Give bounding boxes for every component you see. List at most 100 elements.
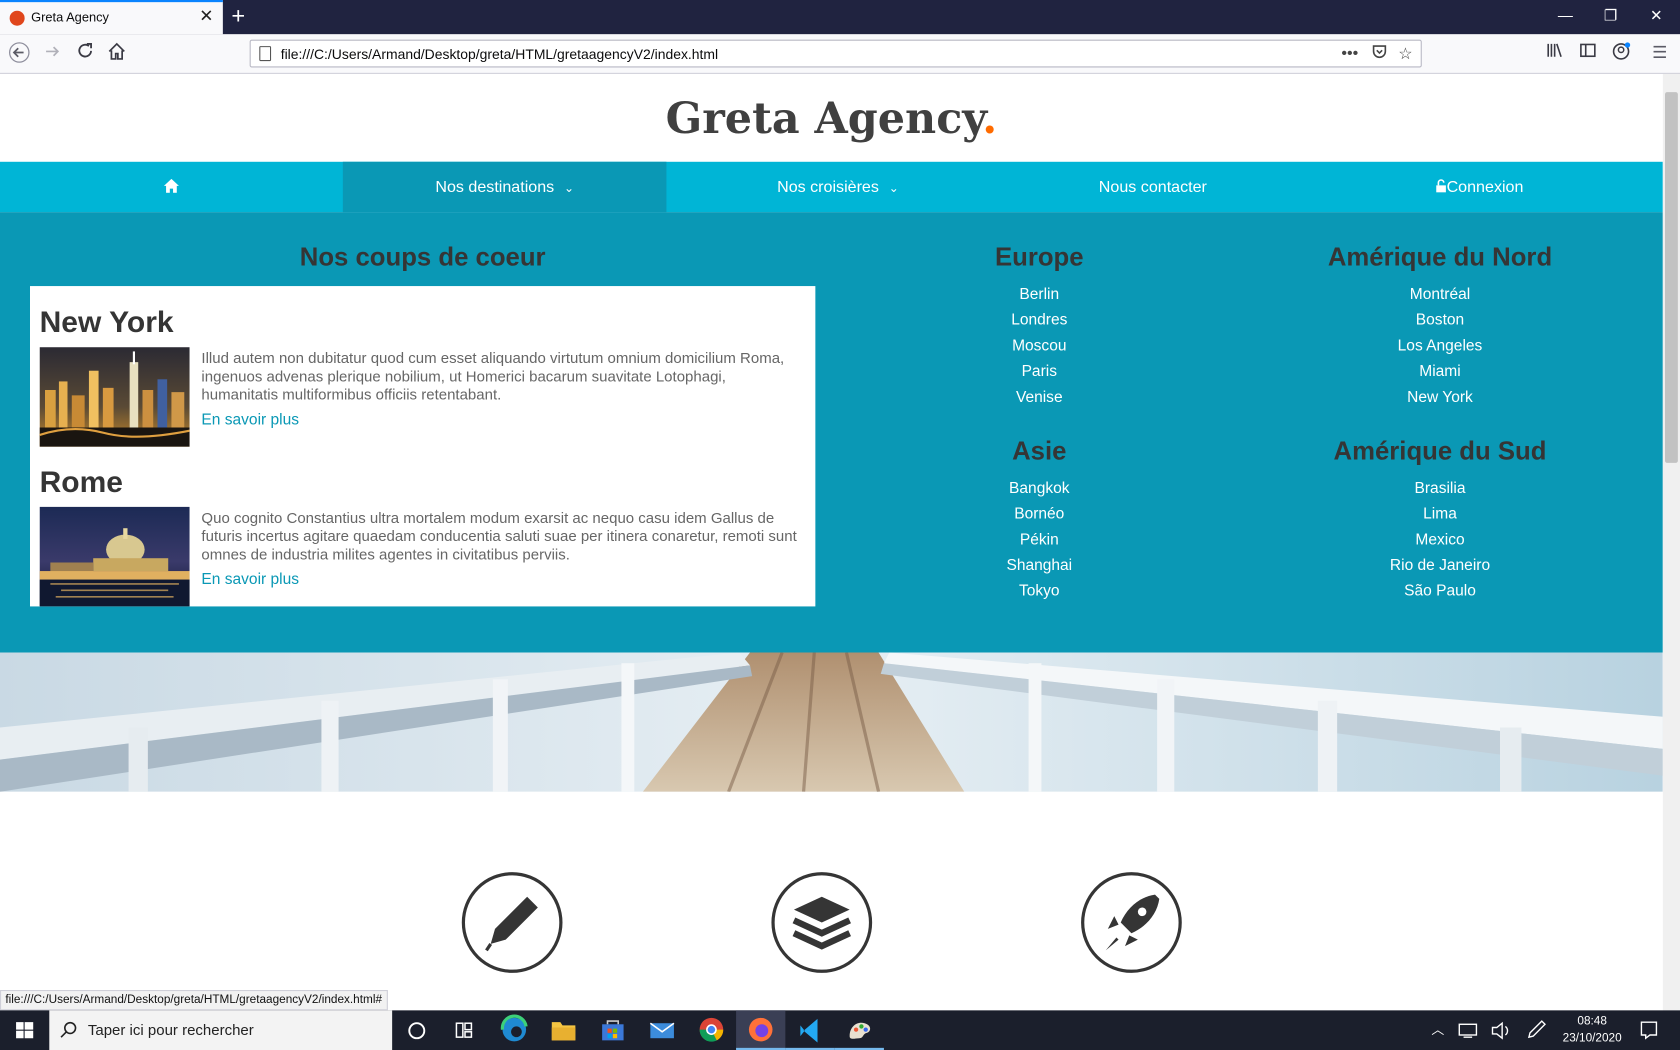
rome-image xyxy=(39,506,190,607)
logo-text: Greta Agency xyxy=(665,93,983,144)
site-logo[interactable]: Greta Agency. xyxy=(0,93,1663,143)
windows-taskbar: Taper ici pour rechercher ︿ 08:48 23/10/… xyxy=(0,1010,1680,1050)
en-savoir-plus-link[interactable]: En savoir plus xyxy=(201,571,299,588)
task-view-icon[interactable] xyxy=(439,1010,488,1050)
chevron-down-icon: ⌄ xyxy=(888,182,899,196)
status-bar-url: file:///C:/Users/Armand/Desktop/greta/HT… xyxy=(0,990,388,1011)
file-explorer-icon[interactable] xyxy=(539,1010,588,1050)
firefox-favicon-icon xyxy=(9,10,25,26)
cortana-icon[interactable] xyxy=(392,1010,441,1050)
search-placeholder: Taper ici pour rechercher xyxy=(87,1021,254,1039)
hero-pier-image xyxy=(0,652,1663,792)
destination-title: New York xyxy=(39,305,174,339)
taskbar-clock[interactable]: 08:48 23/10/2020 xyxy=(1556,1013,1629,1047)
reload-icon[interactable] xyxy=(76,42,94,66)
city-link[interactable]: Brasilia xyxy=(1279,480,1600,497)
region-title: Amérique du Nord xyxy=(1327,243,1553,273)
notifications-icon[interactable] xyxy=(1633,1010,1665,1050)
web-page: Greta Agency. Nos destinations ⌄ Nos cro… xyxy=(0,73,1663,1011)
network-icon[interactable] xyxy=(1455,1010,1483,1050)
unlock-icon xyxy=(1436,179,1447,193)
city-link[interactable]: Pékin xyxy=(879,531,1200,548)
city-link[interactable]: Bornéo xyxy=(879,506,1200,523)
city-link[interactable]: Boston xyxy=(1279,312,1600,329)
account-icon[interactable] xyxy=(1611,42,1631,67)
city-link[interactable]: Montréal xyxy=(1279,286,1600,303)
home-icon[interactable] xyxy=(107,42,126,67)
tab-title: Greta Agency xyxy=(31,9,109,25)
pen-icon[interactable] xyxy=(1521,1010,1549,1050)
menu-croisieres[interactable]: Nos croisières ⌄ xyxy=(666,162,1009,212)
edge-icon[interactable] xyxy=(490,1010,539,1050)
address-bar[interactable]: file:///C:/Users/Armand/Desktop/greta/HT… xyxy=(249,39,1422,68)
tab-bar: Greta Agency ✕ + — ❐ ✕ xyxy=(0,0,1680,35)
pocket-icon[interactable] xyxy=(1371,44,1387,64)
new-tab-icon[interactable]: + xyxy=(231,3,245,29)
back-icon[interactable] xyxy=(9,42,30,69)
destination-description: Quo cognito Constantius ultra mortalem m… xyxy=(201,508,797,563)
destination-title: Rome xyxy=(39,465,123,499)
page-actions-icon[interactable]: ••• xyxy=(1341,44,1358,62)
navigation-toolbar: file:///C:/Users/Armand/Desktop/greta/HT… xyxy=(0,34,1680,74)
city-link[interactable]: Rio de Janeiro xyxy=(1279,557,1600,574)
chevron-up-icon[interactable]: ︿ xyxy=(1425,1010,1451,1050)
city-link[interactable]: Tokyo xyxy=(879,583,1200,600)
close-tab-icon[interactable]: ✕ xyxy=(199,8,213,27)
mail-icon[interactable] xyxy=(638,1010,687,1050)
windows-start-icon[interactable] xyxy=(0,1010,49,1050)
menu-login[interactable]: Connexion xyxy=(1296,162,1662,212)
sidebar-icon[interactable] xyxy=(1579,42,1596,65)
search-icon xyxy=(60,1021,77,1038)
logo-dot: . xyxy=(982,93,998,144)
menu-contact[interactable]: Nous contacter xyxy=(1009,162,1296,212)
layers-icon xyxy=(771,872,873,973)
main-menu: Nos destinations ⌄ Nos croisières ⌄ Nous… xyxy=(0,161,1663,213)
menu-destinations[interactable]: Nos destinations ⌄ xyxy=(342,161,667,213)
region-title: Asie xyxy=(1012,437,1067,467)
region-title: Amérique du Sud xyxy=(1333,437,1547,467)
browser-tab[interactable]: Greta Agency ✕ xyxy=(0,0,223,35)
city-link[interactable]: Berlin xyxy=(879,286,1200,303)
url-text: file:///C:/Users/Armand/Desktop/greta/HT… xyxy=(280,46,719,63)
city-link[interactable]: Londres xyxy=(879,312,1200,329)
coups-de-coeur-title: Nos coups de coeur xyxy=(299,243,546,273)
home-icon xyxy=(163,178,179,193)
firefox-taskbar-icon[interactable] xyxy=(736,1010,786,1050)
minimize-icon[interactable]: — xyxy=(1558,6,1573,23)
menu-croisieres-label: Nos croisières xyxy=(777,177,879,197)
chrome-icon[interactable] xyxy=(687,1010,736,1050)
en-savoir-plus-link[interactable]: En savoir plus xyxy=(201,411,299,428)
rocket-icon xyxy=(1081,872,1182,973)
city-link[interactable]: Shanghai xyxy=(879,557,1200,574)
forward-icon[interactable] xyxy=(43,42,62,67)
pencil-icon xyxy=(461,872,563,973)
chevron-down-icon: ⌄ xyxy=(564,182,574,196)
city-link[interactable]: Mexico xyxy=(1279,531,1600,548)
city-link[interactable]: Moscou xyxy=(879,338,1200,355)
menu-icon[interactable]: ☰ xyxy=(1652,42,1667,63)
city-link[interactable]: New York xyxy=(1279,389,1600,406)
city-link[interactable]: São Paulo xyxy=(1279,583,1600,600)
destinations-dropdown: Nos coups de coeur New York Illud autem … xyxy=(0,212,1663,653)
bookmark-star-icon[interactable]: ☆ xyxy=(1398,44,1412,63)
city-link[interactable]: Paris xyxy=(879,363,1200,380)
city-link[interactable]: Los Angeles xyxy=(1279,338,1600,355)
scrollbar-thumb[interactable] xyxy=(1665,92,1678,463)
city-link[interactable]: Venise xyxy=(879,389,1200,406)
taskbar-search[interactable]: Taper ici pour rechercher xyxy=(49,1010,393,1050)
paint-icon[interactable] xyxy=(834,1010,884,1050)
vscode-icon[interactable] xyxy=(785,1010,835,1050)
store-icon[interactable] xyxy=(588,1010,637,1050)
city-link[interactable]: Lima xyxy=(1279,506,1600,523)
city-link[interactable]: Bangkok xyxy=(879,480,1200,497)
library-icon[interactable] xyxy=(1546,42,1563,65)
new-york-image xyxy=(39,347,190,447)
coups-de-coeur-card: New York Illud autem non dubitatur quod … xyxy=(30,286,816,607)
clock-date: 23/10/2020 xyxy=(1562,1031,1622,1045)
menu-home[interactable] xyxy=(0,162,343,212)
restore-icon[interactable]: ❐ xyxy=(1604,6,1617,24)
clock-time: 08:48 xyxy=(1577,1014,1607,1028)
close-window-icon[interactable]: ✕ xyxy=(1650,6,1663,24)
volume-icon[interactable] xyxy=(1487,1010,1515,1050)
city-link[interactable]: Miami xyxy=(1279,363,1600,380)
